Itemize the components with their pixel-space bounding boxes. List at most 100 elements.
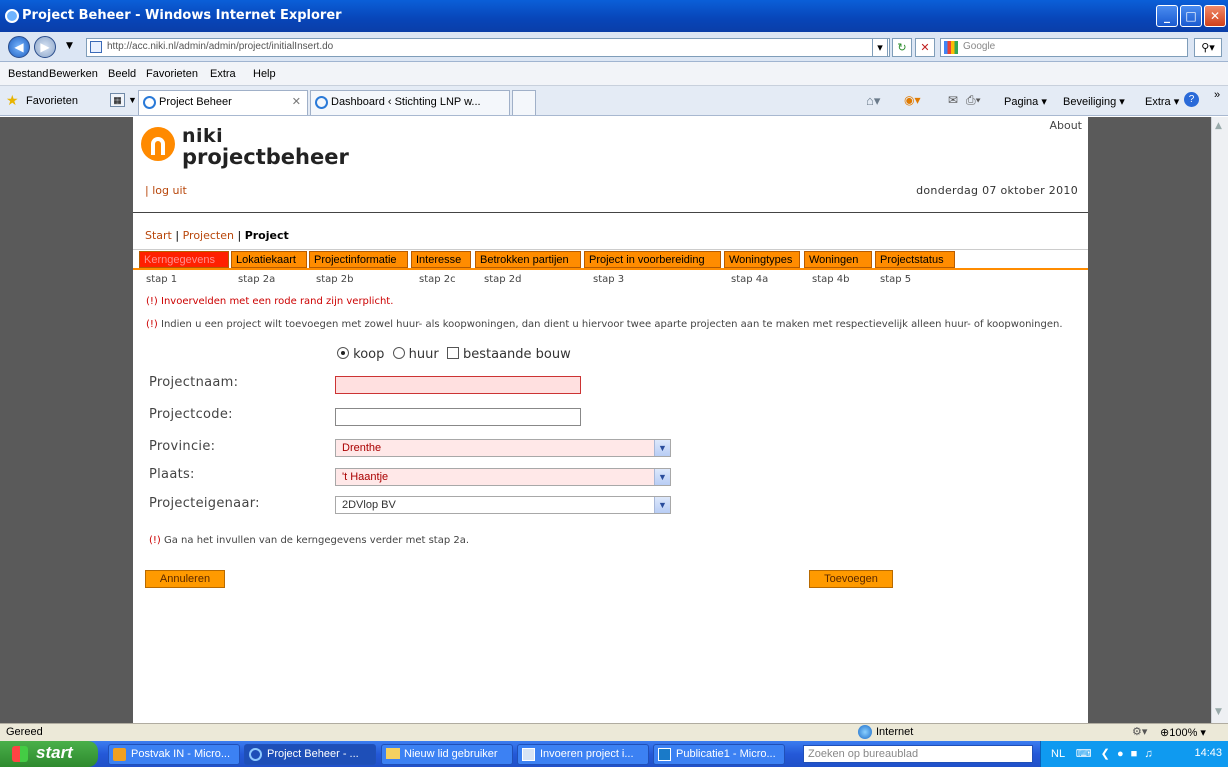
type-options: koop huur bestaande bouw <box>337 347 571 362</box>
tray-app-icon[interactable]: ■ <box>1131 748 1138 760</box>
forward-button[interactable]: ▶ <box>34 36 56 58</box>
help-icon[interactable]: ? <box>1184 92 1199 107</box>
window-title-bar[interactable]: Project Beheer - Windows Internet Explor… <box>0 0 1228 32</box>
history-dropdown-icon[interactable]: ▼ <box>66 41 73 51</box>
task-invoeren-project[interactable]: Invoeren project i... <box>517 744 649 765</box>
volume-icon[interactable]: ♫ <box>1144 748 1152 760</box>
menu-extra[interactable]: Extra <box>210 68 236 80</box>
task-outlook[interactable]: Postvak IN - Micro... <box>108 744 240 765</box>
pagina-menu[interactable]: Pagina ▾ <box>1004 95 1047 108</box>
tab-woningen[interactable]: Woningen <box>804 251 872 268</box>
tab-projectinformatie[interactable]: Projectinformatie <box>309 251 408 268</box>
clock: 14:43 <box>1194 747 1222 759</box>
step-label: stap 4a <box>731 274 769 285</box>
breadcrumb-projecten[interactable]: Projecten <box>183 229 234 242</box>
toolbar-overflow-icon[interactable]: » <box>1214 89 1220 101</box>
url-field[interactable]: http://acc.niki.nl/admin/admin/project/i… <box>86 38 890 57</box>
add-button[interactable]: Toevoegen <box>809 570 893 588</box>
search-icon[interactable]: ⚲ <box>1014 745 1024 761</box>
close-button[interactable]: ✕ <box>1204 5 1226 27</box>
keyboard-icon[interactable]: ⌨ <box>1076 748 1092 760</box>
minimize-button[interactable]: _ <box>1156 5 1178 27</box>
back-button[interactable]: ◀ <box>8 36 30 58</box>
task-nieuw-lid[interactable]: Nieuw lid gebruiker <box>381 744 513 765</box>
koop-radio[interactable] <box>337 347 349 359</box>
favorites-star-icon: ★ <box>6 92 19 108</box>
plaats-select[interactable]: 't Haantje ▼ <box>335 468 671 486</box>
beveiliging-menu[interactable]: Beveiliging ▾ <box>1063 95 1125 108</box>
maximize-button[interactable]: □ <box>1180 5 1202 27</box>
menu-favorieten[interactable]: Favorieten <box>146 68 198 80</box>
about-link[interactable]: About <box>1049 119 1082 132</box>
new-tab-button[interactable] <box>512 90 536 115</box>
extra-menu[interactable]: Extra ▾ <box>1145 95 1179 108</box>
scroll-up-icon[interactable]: ▲ <box>1215 121 1222 131</box>
task-project-beheer[interactable]: Project Beheer - ... <box>244 744 376 765</box>
back-arrow-icon[interactable]: ❮ <box>1101 748 1110 760</box>
projecteigenaar-value: 2DVlop BV <box>342 499 396 511</box>
print-icon[interactable]: ⎙▾ <box>966 93 981 108</box>
refresh-icon[interactable]: ↻ <box>892 38 912 57</box>
windows-logo-icon <box>12 746 28 762</box>
projecteigenaar-select[interactable]: 2DVlop BV ▼ <box>335 496 671 514</box>
tab-lokatiekaart[interactable]: Lokatiekaart <box>231 251 307 268</box>
logo-text-niki: niki <box>182 125 224 147</box>
projectnaam-input[interactable] <box>335 376 581 394</box>
chevron-down-icon[interactable]: ▼ <box>654 440 670 456</box>
logout-link[interactable]: | log uit <box>145 184 187 197</box>
tab-interesse[interactable]: Interesse <box>411 251 471 268</box>
vertical-scrollbar[interactable]: ▲ ▼ <box>1211 117 1228 723</box>
mail-icon[interactable]: ✉ <box>948 93 958 107</box>
task-publicatie[interactable]: Publicatie1 - Micro... <box>653 744 785 765</box>
search-button-icon[interactable]: ⚲▾ <box>1194 38 1222 57</box>
search-input[interactable]: Google <box>940 38 1188 57</box>
home-icon[interactable]: ⌂▾ <box>866 93 880 109</box>
tab-kerngegevens[interactable]: Kerngegevens <box>139 251 229 268</box>
zoom-control[interactable]: ⊕100% ▾ <box>1160 726 1206 739</box>
step-label: stap 2d <box>484 274 522 285</box>
url-dropdown-icon[interactable]: ▾ <box>872 38 888 57</box>
split-notice: (!) Indien u een project wilt toevoegen … <box>146 319 1076 330</box>
projectcode-input[interactable] <box>335 408 581 426</box>
page-icon <box>90 41 102 53</box>
tab-project-in-voorbereiding[interactable]: Project in voorbereiding <box>584 251 721 268</box>
url-text: http://acc.niki.nl/admin/admin/project/i… <box>107 41 334 52</box>
chevron-down-icon[interactable]: ▼ <box>654 469 670 485</box>
stop-icon[interactable]: ✕ <box>915 38 935 57</box>
tab-woningtypes[interactable]: Woningtypes <box>724 251 800 268</box>
network-icon[interactable]: ● <box>1117 748 1124 760</box>
favorites-button[interactable]: Favorieten <box>26 95 78 107</box>
huur-radio[interactable] <box>392 347 405 359</box>
menu-help[interactable]: Help <box>253 68 276 80</box>
tab-list-dropdown-icon[interactable]: ▼ <box>128 95 137 105</box>
chevron-down-icon[interactable]: ▼ <box>654 497 670 513</box>
current-date: donderdag 07 oktober 2010 <box>916 184 1078 197</box>
status-text: Gereed <box>6 726 43 738</box>
step-label: stap 4b <box>812 274 850 285</box>
provincie-select[interactable]: Drenthe ▼ <box>335 439 671 457</box>
tab-projectstatus[interactable]: Projectstatus <box>875 251 955 268</box>
publisher-icon <box>658 748 671 761</box>
window-title: Project Beheer - Windows Internet Explor… <box>22 8 342 23</box>
tab-dashboard[interactable]: Dashboard ‹ Stichting LNP w... <box>310 90 510 115</box>
menu-bestand[interactable]: Bestand <box>8 68 48 80</box>
quick-tabs-icon[interactable]: ▦ <box>110 93 125 107</box>
bestaande-bouw-checkbox[interactable] <box>446 347 459 359</box>
desktop-search-input[interactable]: Zoeken op bureaublad <box>803 745 1033 763</box>
koop-label: koop <box>353 347 385 362</box>
status-bar: Gereed Internet ⚙▾ ⊕100% ▾ <box>0 723 1228 741</box>
menu-bewerken[interactable]: Bewerken <box>49 68 98 80</box>
tab-close-icon[interactable]: ✕ <box>292 95 301 108</box>
start-button[interactable]: start <box>0 741 98 767</box>
tab-project-beheer[interactable]: Project Beheer ✕ <box>138 90 308 115</box>
task-label: Postvak IN - Micro... <box>131 748 231 760</box>
tab-betrokken-partijen[interactable]: Betrokken partijen <box>475 251 581 268</box>
scroll-down-icon[interactable]: ▼ <box>1215 707 1222 717</box>
language-indicator[interactable]: NL <box>1051 748 1065 760</box>
breadcrumb-start[interactable]: Start <box>145 229 172 242</box>
cancel-button[interactable]: Annuleren <box>145 570 225 588</box>
projectcode-label: Projectcode: <box>149 407 233 422</box>
menu-beeld[interactable]: Beeld <box>108 68 136 80</box>
feeds-icon[interactable]: ◉▾ <box>904 93 921 107</box>
protected-mode-icon[interactable]: ⚙▾ <box>1132 725 1147 738</box>
